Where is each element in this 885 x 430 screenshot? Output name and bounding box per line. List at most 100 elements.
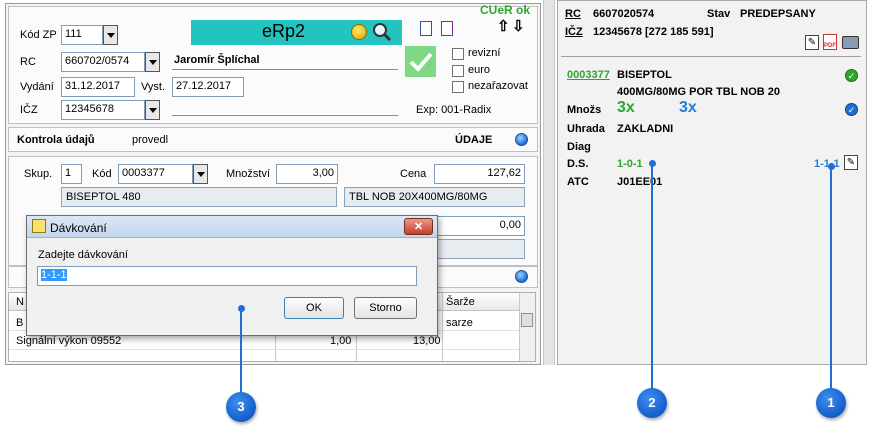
rp-drug-detail: 400MG/80MG POR TBL NOB 20 — [617, 86, 781, 98]
rp-uhrada-label: Uhrada — [567, 123, 605, 135]
doplatek-field[interactable]: 0,00 — [434, 216, 525, 236]
vyst-label: Vyst. — [141, 81, 166, 93]
icz-label: IČZ — [20, 104, 38, 116]
check-icon[interactable] — [405, 46, 436, 77]
nezarazovat-label: nezařazovat — [468, 80, 528, 92]
rp-ds-value-2: 1-1-1 — [814, 158, 840, 170]
davkovani-input-selection: 1-1-1 — [41, 269, 67, 281]
kod-dropdown[interactable] — [193, 164, 208, 184]
udaje-label: ÚDAJE — [455, 134, 493, 146]
pdf-icon[interactable]: PDF — [823, 34, 837, 50]
euro-label: euro — [468, 64, 491, 76]
davkovani-input[interactable]: 1-1-1 — [37, 266, 417, 286]
rp-ds-value-1: 1-0-1 — [617, 158, 643, 170]
smiley-icon[interactable] — [351, 24, 367, 40]
exp-text: Exp: 001-Radix — [416, 104, 492, 116]
table-cell: 13,00 — [413, 335, 441, 347]
rp-rc-value: 6607020574 — [593, 8, 655, 20]
document-icon[interactable] — [420, 21, 432, 36]
magnifier-icon[interactable] — [372, 22, 392, 42]
provedl-label: provedl — [132, 134, 169, 146]
table-header-name[interactable]: N — [16, 296, 24, 308]
ds-edit-icon[interactable]: ✎ — [844, 155, 858, 170]
cena-label: Cena — [400, 168, 427, 180]
rp-stav-value: PREDEPSANY — [740, 8, 816, 20]
icz-field[interactable]: 12345678 — [61, 100, 145, 120]
patient-name: Jaromír Šplíchal — [174, 54, 260, 66]
rc-label: RC — [20, 56, 36, 68]
callout-3-line — [240, 309, 242, 394]
rp-rc-label: RC — [565, 8, 581, 20]
rp-ds-label: D.S. — [567, 158, 589, 170]
edit-icon[interactable]: ✎ — [805, 35, 819, 50]
kontrola-label: Kontrola údajů — [17, 134, 95, 146]
revizni-checkbox[interactable] — [452, 48, 464, 60]
arrow-down-icon[interactable]: ⇩ — [512, 17, 525, 35]
table-cell: 1,00 — [330, 335, 352, 347]
right-panel — [557, 0, 867, 365]
cuer-status: CUeR ok — [480, 3, 531, 17]
kod-field[interactable]: 0003377 — [118, 164, 193, 184]
rp-mnozs-value-2: 3x — [679, 99, 697, 116]
app-title: eRp2 — [262, 21, 306, 41]
rp-icz-value: 12345678 [272 185 591] — [593, 26, 714, 38]
skup-field[interactable]: 1 — [61, 164, 82, 184]
mnozstvi-label: Množství — [226, 168, 271, 180]
patient-name-underline — [172, 69, 398, 70]
callout-2: 2 — [637, 388, 667, 418]
close-icon: ✕ — [413, 221, 424, 233]
rp-drug-name: BISEPTOL — [617, 69, 672, 81]
status-ok-icon: ✓ — [845, 69, 858, 82]
rp-mnozs-label: Množs — [567, 104, 602, 116]
rp-uhrada-value: ZAKLADNI — [617, 123, 674, 135]
revizni-label: revizní — [468, 47, 501, 59]
mnozstvi-field[interactable]: 3,00 — [276, 164, 338, 184]
drug-name-field: BISEPTOL 480 — [61, 187, 337, 207]
kod-zp-field[interactable]: 111 — [61, 25, 103, 45]
rp-diag-label: Diag — [567, 141, 591, 153]
rc-dropdown[interactable] — [145, 52, 160, 72]
table-header-sarze[interactable]: Šarže — [446, 296, 475, 308]
rp-atc-label: ATC — [567, 176, 589, 188]
rp-stav-label: Stav — [707, 8, 731, 20]
vyst-field[interactable]: 27.12.2017 — [172, 77, 244, 97]
rp-atc-value: J01EE01 — [617, 176, 663, 188]
dialog-prompt: Zadejte dávkování — [38, 249, 128, 261]
kod-zp-dropdown[interactable] — [103, 25, 118, 45]
table-vscroll[interactable] — [519, 293, 535, 361]
callout-1-line — [830, 167, 832, 389]
printer-icon[interactable] — [842, 36, 859, 49]
table-cell: B — [16, 317, 24, 329]
table-cell: Signální výkon 09552 — [16, 335, 122, 347]
document-list-icon[interactable] — [441, 21, 453, 36]
rp-divider — [561, 56, 861, 57]
euro-checkbox[interactable] — [452, 65, 464, 77]
drug-form-field: TBL NOB 20X400MG/80MG — [344, 187, 525, 207]
kod-label: Kód — [92, 168, 112, 180]
status-icon-2[interactable] — [515, 270, 528, 283]
udaje-status-icon[interactable] — [515, 133, 528, 146]
storno-button[interactable]: Storno — [354, 297, 417, 319]
icz-name-underline — [172, 115, 398, 116]
kod-zp-label: Kód ZP — [20, 29, 57, 41]
callout-3: 3 — [226, 392, 256, 422]
splitter[interactable] — [543, 0, 555, 365]
nezarazovat-checkbox[interactable] — [452, 81, 464, 93]
table-cell: sarze — [446, 317, 473, 329]
callout-1: 1 — [816, 388, 846, 418]
dialog-title: Dávkování — [50, 221, 107, 235]
icz-dropdown[interactable] — [145, 100, 160, 120]
arrow-up-icon[interactable]: ⇧ — [497, 17, 510, 35]
dialog-close-button[interactable]: ✕ — [404, 218, 433, 235]
ok-button[interactable]: OK — [284, 297, 344, 319]
vydani-label: Vydání — [20, 81, 54, 93]
table-vscroll-thumb[interactable] — [521, 313, 533, 327]
rp-kod-link[interactable]: 0003377 — [567, 69, 610, 81]
cena-field[interactable]: 127,62 — [434, 164, 525, 184]
dialog-app-icon — [32, 219, 46, 233]
rp-mnozs-value-1: 3x — [617, 99, 635, 116]
skup-label: Skup. — [24, 168, 53, 180]
vydani-field[interactable]: 31.12.2017 — [61, 77, 135, 97]
rc-field[interactable]: 660702/0574 — [61, 52, 145, 72]
callout-2-line — [651, 164, 653, 389]
